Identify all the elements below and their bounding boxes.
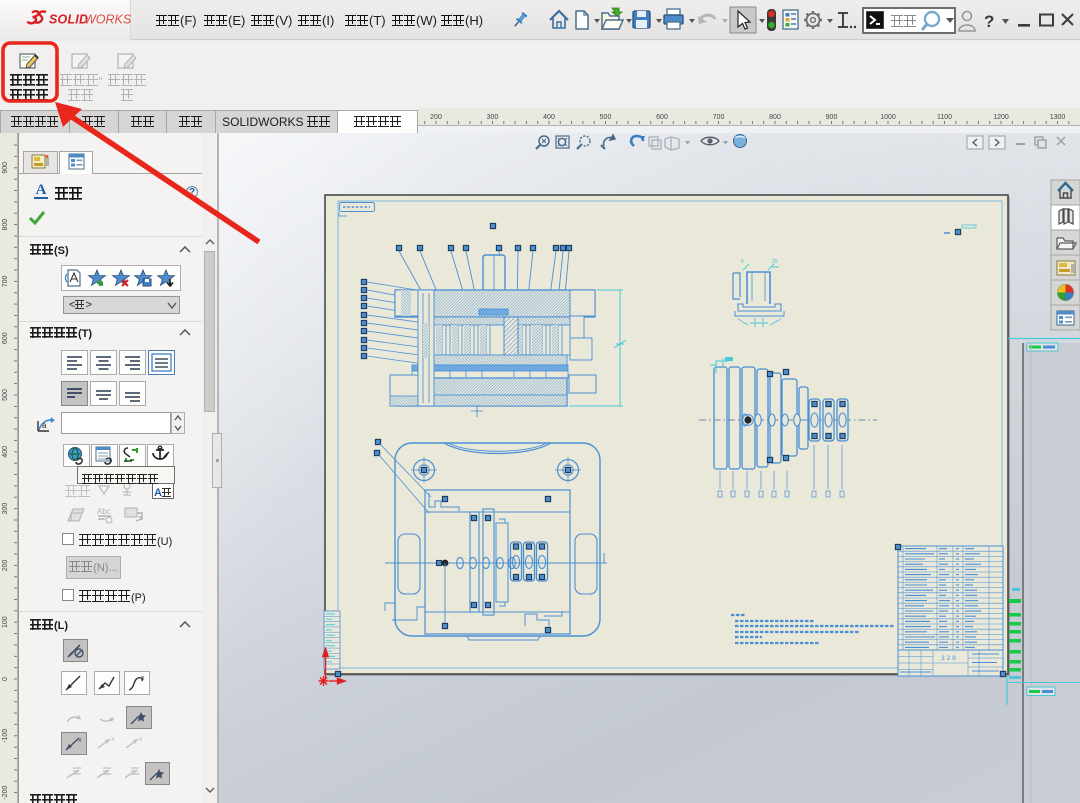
svg-text:-200: -200 [2, 785, 9, 799]
svg-text:700: 700 [2, 275, 9, 287]
svg-text:800: 800 [2, 219, 9, 231]
svg-text:500: 500 [600, 114, 612, 121]
svg-text:600: 600 [656, 114, 668, 121]
svg-text:x: x [78, 737, 82, 744]
svg-text:Abc: Abc [97, 507, 111, 516]
svg-text:x: x [139, 736, 143, 743]
svg-text:x: x [141, 675, 145, 682]
svg-text:200: 200 [2, 559, 9, 571]
svg-text:a: a [42, 421, 47, 430]
svg-text:200: 200 [430, 114, 442, 121]
svg-text:1000: 1000 [880, 114, 896, 121]
svg-text:WORKS: WORKS [84, 13, 131, 27]
svg-text:-100: -100 [2, 729, 9, 743]
svg-text:400: 400 [543, 114, 555, 121]
svg-text:0: 0 [2, 677, 9, 681]
svg-text:SOLID: SOLID [49, 13, 88, 27]
svg-text:600: 600 [2, 332, 9, 344]
svg-text:8: 8 [741, 259, 744, 265]
svg-text:1300: 1300 [1050, 114, 1066, 121]
svg-text:?: ? [984, 12, 994, 31]
svg-text:300: 300 [2, 503, 9, 515]
svg-text:25: 25 [772, 259, 778, 265]
svg-text:328: 328 [941, 655, 958, 662]
svg-text:x: x [111, 736, 115, 743]
svg-text:300: 300 [487, 114, 499, 121]
svg-text:400: 400 [2, 446, 9, 458]
svg-text:1100: 1100 [937, 114, 952, 121]
svg-text:100: 100 [2, 616, 9, 628]
svg-text:700: 700 [713, 114, 725, 121]
svg-text:900: 900 [826, 114, 838, 121]
svg-text:900: 900 [2, 162, 9, 174]
svg-text:500: 500 [2, 389, 9, 401]
svg-text:1200: 1200 [993, 114, 1009, 121]
svg-text:800: 800 [769, 114, 781, 121]
